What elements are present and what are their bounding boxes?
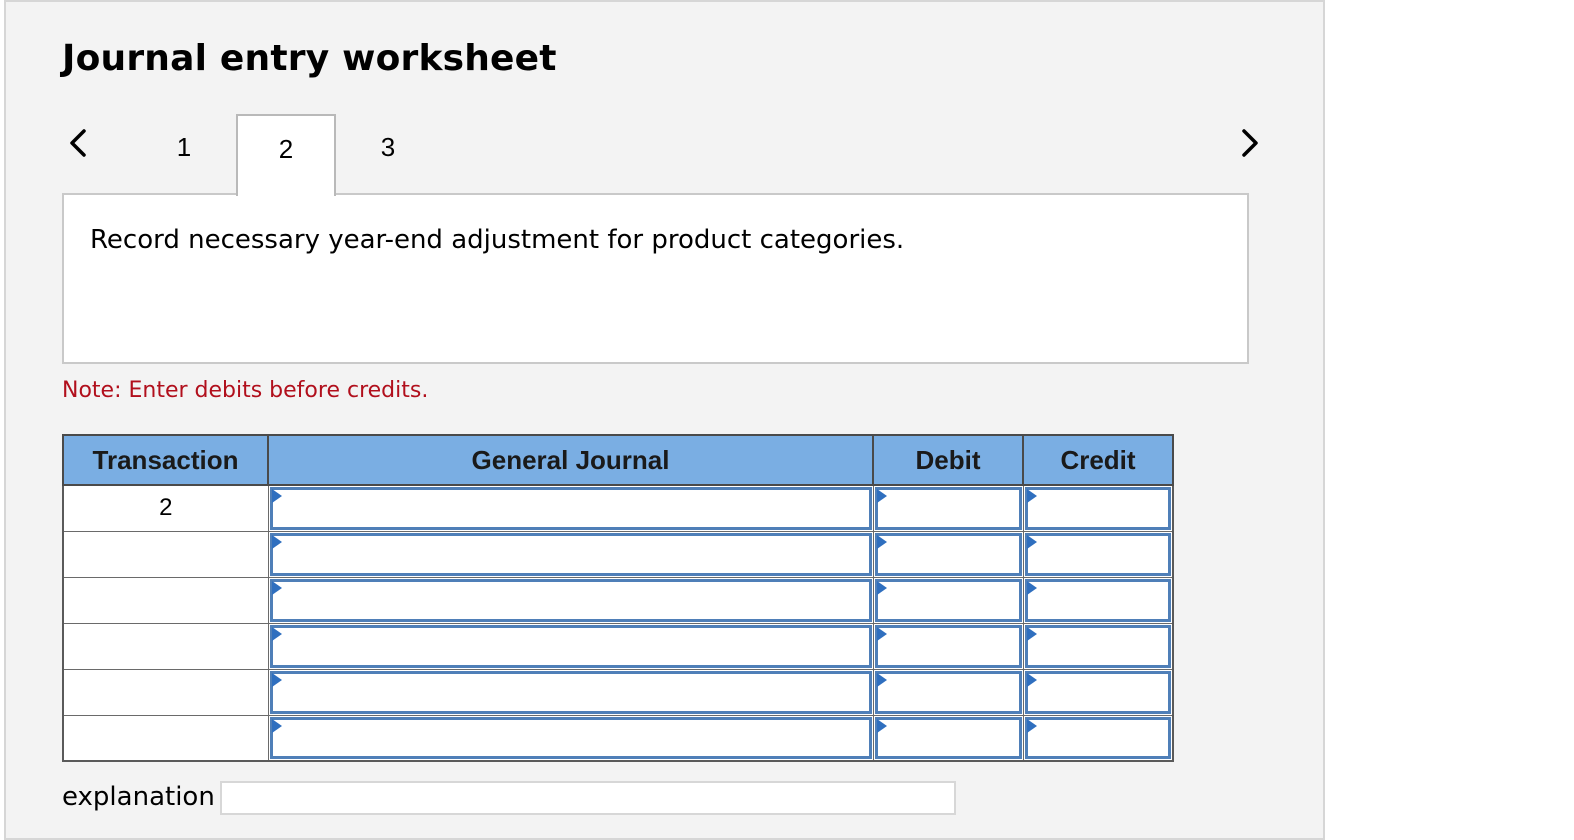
transaction-cell (62, 668, 269, 716)
transaction-cell (62, 530, 269, 578)
dropdown-indicator-icon (876, 580, 887, 595)
credit-input[interactable] (1024, 670, 1171, 714)
chevron-left-icon (70, 129, 86, 157)
dropdown-indicator-icon (876, 672, 887, 687)
credit-input[interactable] (1024, 624, 1171, 668)
tab-1[interactable]: 1 (134, 114, 234, 194)
dropdown-indicator-icon (271, 580, 282, 595)
header-debit: Debit (872, 434, 1024, 486)
page-title: Journal entry worksheet (62, 38, 557, 79)
dropdown-indicator-icon (271, 626, 282, 641)
dropdown-indicator-icon (1026, 489, 1037, 503)
table-header-row: Transaction General Journal Debit Credit (62, 434, 1174, 486)
transaction-cell (62, 576, 269, 624)
dropdown-indicator-icon (1026, 626, 1037, 641)
dropdown-indicator-icon (1026, 534, 1037, 549)
table-row (62, 622, 1174, 670)
table-row (62, 576, 1174, 624)
account-dropdown[interactable] (269, 624, 872, 668)
table-row: 2 (62, 484, 1174, 532)
debit-input[interactable] (874, 716, 1022, 759)
explanation-label: explanation (62, 782, 215, 812)
dropdown-indicator-icon (876, 534, 887, 549)
account-dropdown[interactable] (269, 532, 872, 576)
header-general-journal: General Journal (267, 434, 874, 486)
chevron-right-icon (1242, 129, 1258, 157)
debit-input[interactable] (874, 578, 1022, 622)
transaction-cell (62, 714, 269, 762)
credit-input[interactable] (1024, 716, 1171, 759)
tab-2[interactable]: 2 (236, 114, 336, 196)
dropdown-indicator-icon (876, 626, 887, 641)
header-credit: Credit (1022, 434, 1174, 486)
debit-input[interactable] (874, 624, 1022, 668)
next-tab-button[interactable] (1236, 125, 1264, 161)
transaction-cell: 2 (62, 484, 269, 532)
dropdown-indicator-icon (876, 489, 887, 503)
prev-tab-button[interactable] (64, 125, 92, 161)
dropdown-indicator-icon (271, 534, 282, 549)
account-dropdown[interactable] (269, 487, 872, 530)
transaction-cell (62, 622, 269, 670)
dropdown-indicator-icon (876, 718, 887, 733)
debit-input[interactable] (874, 487, 1022, 530)
dropdown-indicator-icon (1026, 672, 1037, 687)
dropdown-indicator-icon (271, 718, 282, 733)
instruction-box: Record necessary year-end adjustment for… (62, 193, 1249, 364)
table-row (62, 668, 1174, 716)
dropdown-indicator-icon (271, 672, 282, 687)
credit-input[interactable] (1024, 487, 1171, 530)
credit-input[interactable] (1024, 532, 1171, 576)
journal-table: Transaction General Journal Debit Credit… (62, 434, 1174, 762)
account-dropdown[interactable] (269, 716, 872, 759)
account-dropdown[interactable] (269, 578, 872, 622)
note-text: Note: Enter debits before credits. (62, 378, 429, 403)
credit-input[interactable] (1024, 578, 1171, 622)
instruction-text: Record necessary year-end adjustment for… (90, 225, 905, 255)
dropdown-indicator-icon (1026, 718, 1037, 733)
debit-input[interactable] (874, 532, 1022, 576)
tab-3[interactable]: 3 (338, 114, 438, 194)
dropdown-indicator-icon (1026, 580, 1037, 595)
account-dropdown[interactable] (269, 670, 872, 714)
debit-input[interactable] (874, 670, 1022, 714)
header-transaction: Transaction (62, 434, 269, 486)
dropdown-indicator-icon (271, 489, 282, 503)
table-row (62, 714, 1174, 762)
explanation-input[interactable] (220, 781, 956, 815)
table-row (62, 530, 1174, 578)
